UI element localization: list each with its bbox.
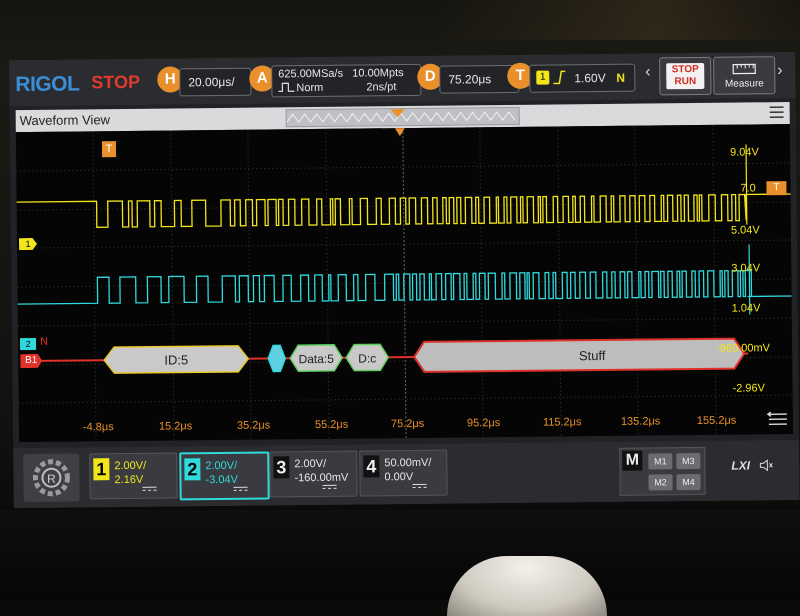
chevron-left-icon[interactable]: ‹ xyxy=(645,63,655,89)
trigger-mode: N xyxy=(616,70,626,85)
scale-label-5: 1.04V xyxy=(731,302,761,315)
home-button[interactable]: R xyxy=(23,453,80,503)
math-m1-button[interactable]: M1 xyxy=(648,453,673,470)
scale-label-2: 7.0 xyxy=(740,182,756,195)
decode-frame-small xyxy=(267,344,287,373)
trigger-position-marker xyxy=(394,128,405,137)
ruler-icon xyxy=(732,63,756,75)
background-wall xyxy=(440,0,800,40)
top-toolbar: RIGOL STOP H 20.00μs/ A 625.00MSa/s 10.0… xyxy=(9,51,796,107)
chevron-right-icon[interactable]: › xyxy=(777,62,787,88)
decode-text-id: ID:5 xyxy=(164,352,188,367)
coupling-icon xyxy=(412,483,427,489)
channel-3-box[interactable]: 3 2.00V/ -160.00mV xyxy=(269,450,358,498)
rising-edge-icon xyxy=(553,70,566,85)
channel-3-scale: 2.00V/ xyxy=(294,457,327,471)
coupling-icon xyxy=(322,484,337,489)
channel-3-offset: -160.00mV xyxy=(294,471,349,485)
channel-4-offset: 0.00V xyxy=(384,470,414,484)
time-label-3: 35.2μs xyxy=(236,419,271,432)
channel-2-offset-marker[interactable]: 2 xyxy=(20,337,37,351)
scale-expand-icon[interactable] xyxy=(766,410,789,428)
desk-surface xyxy=(0,510,800,600)
math-m2-button[interactable]: M2 xyxy=(648,474,673,491)
run-label: RUN xyxy=(674,76,697,88)
channel-2-offset: -3.04V xyxy=(205,473,238,487)
channel-1-number: 1 xyxy=(93,458,110,481)
channel-4-number: 4 xyxy=(363,455,380,478)
channel-1-box[interactable]: 1 2.00V/ 2.16V xyxy=(89,452,178,500)
waveform-canvas: ID:5 Data:5 D:c Stuff xyxy=(16,124,793,442)
lxi-label: LXI xyxy=(731,458,751,473)
time-resolution: 2ns/pt xyxy=(366,81,397,94)
stop-run-button[interactable]: STOP RUN xyxy=(659,56,712,96)
sample-rate: 625.00MSa/s xyxy=(278,67,344,81)
delay-value: 75.20μs xyxy=(448,72,492,87)
channel-1-waveform xyxy=(16,193,791,228)
waveform-view-title: Waveform View xyxy=(19,112,111,129)
acquire-box[interactable]: 625.00MSa/s 10.00Mpts Norm 2ns/pt xyxy=(271,63,422,98)
time-label-2: 15.2μs xyxy=(158,420,193,433)
oscilloscope-screen: RIGOL STOP H 20.00μs/ A 625.00MSa/s 10.0… xyxy=(9,51,800,509)
horizontal-scale-box[interactable]: 20.00μs/ xyxy=(179,67,252,97)
time-label-9: 155.2μs xyxy=(696,414,737,428)
scale-label-6: -960.00mV xyxy=(716,342,771,355)
acquire-mode: Norm xyxy=(296,81,324,95)
brand-logo: RIGOL xyxy=(15,72,80,97)
math-m4-button[interactable]: M4 xyxy=(676,473,701,491)
decode-text-dlc: D:c xyxy=(358,351,376,365)
time-label-7: 115.2μs xyxy=(542,416,582,429)
scale-label-7: -2.96V xyxy=(732,382,766,395)
measure-button[interactable]: Measure xyxy=(713,56,776,95)
channel-2-box[interactable]: 2 2.00V/ -3.04V xyxy=(179,451,270,501)
trigger-level: 1.60V xyxy=(574,70,606,86)
channel-1-scale: 2.00V/ xyxy=(114,459,147,473)
trigger-level-marker[interactable]: T xyxy=(766,181,787,196)
trigger-box[interactable]: 1 1.60V N xyxy=(529,63,636,93)
trigger-time-marker[interactable]: T xyxy=(101,141,117,158)
time-label-5: 75.2μs xyxy=(390,417,425,431)
time-label-1: -4.8μs xyxy=(82,421,114,434)
math-panel[interactable]: M M1 M3 M2 M4 xyxy=(619,446,706,496)
bus-b1-marker[interactable]: B1 xyxy=(20,354,42,368)
overview-waveform xyxy=(286,109,516,124)
scale-label-4: 3.04V xyxy=(731,262,761,275)
memory-depth: 10.00Mpts xyxy=(352,67,404,80)
channel-2-waveform xyxy=(17,269,792,305)
math-m3-button[interactable]: M3 xyxy=(676,452,701,470)
horizontal-scale-value: 20.00μs/ xyxy=(188,74,235,90)
svg-text:R: R xyxy=(47,472,56,486)
time-label-4: 55.2μs xyxy=(314,418,349,432)
waveform-grid[interactable]: ID:5 Data:5 D:c Stuff T 1 2 N B1 9.04V 7… xyxy=(15,124,794,443)
decode-text-stuff: Stuff xyxy=(579,348,606,363)
hamburger-menu-icon[interactable] xyxy=(769,106,784,118)
channel-2-number: 2 xyxy=(184,458,201,481)
channel-3-number: 3 xyxy=(273,456,290,479)
channel-4-box[interactable]: 4 50.00mV/ 0.00V xyxy=(359,449,448,497)
run-state-indicator[interactable]: STOP xyxy=(91,72,140,94)
channel-2-scale: 2.00V/ xyxy=(205,459,238,473)
trigger-source: 1 xyxy=(536,70,550,85)
scale-label-3: 5.04V xyxy=(730,224,760,237)
gear-logo-icon: R xyxy=(32,459,70,497)
channel-4-scale: 50.00mV/ xyxy=(384,456,432,470)
channel-bar: R 1 2.00V/ 2.16V 2 2.00V/ -3.04V 3 2.00V… xyxy=(13,439,800,509)
channel-1-offset: 2.16V xyxy=(114,473,144,487)
memory-overview-bar[interactable] xyxy=(285,106,520,128)
channel-2-label-suffix: N xyxy=(39,335,49,348)
time-label-6: 95.2μs xyxy=(466,417,501,430)
coupling-icon xyxy=(142,486,157,491)
decode-text-data: Data:5 xyxy=(298,352,334,366)
stop-label: STOP xyxy=(671,63,699,76)
math-label: M xyxy=(622,450,643,471)
speaker-muted-icon[interactable] xyxy=(759,458,773,472)
scale-label-1: 9.04V xyxy=(730,146,759,159)
acquire-mode-icon xyxy=(278,82,295,92)
measure-label: Measure xyxy=(724,78,764,90)
coupling-icon xyxy=(233,486,248,491)
time-label-8: 135.2μs xyxy=(620,415,661,428)
